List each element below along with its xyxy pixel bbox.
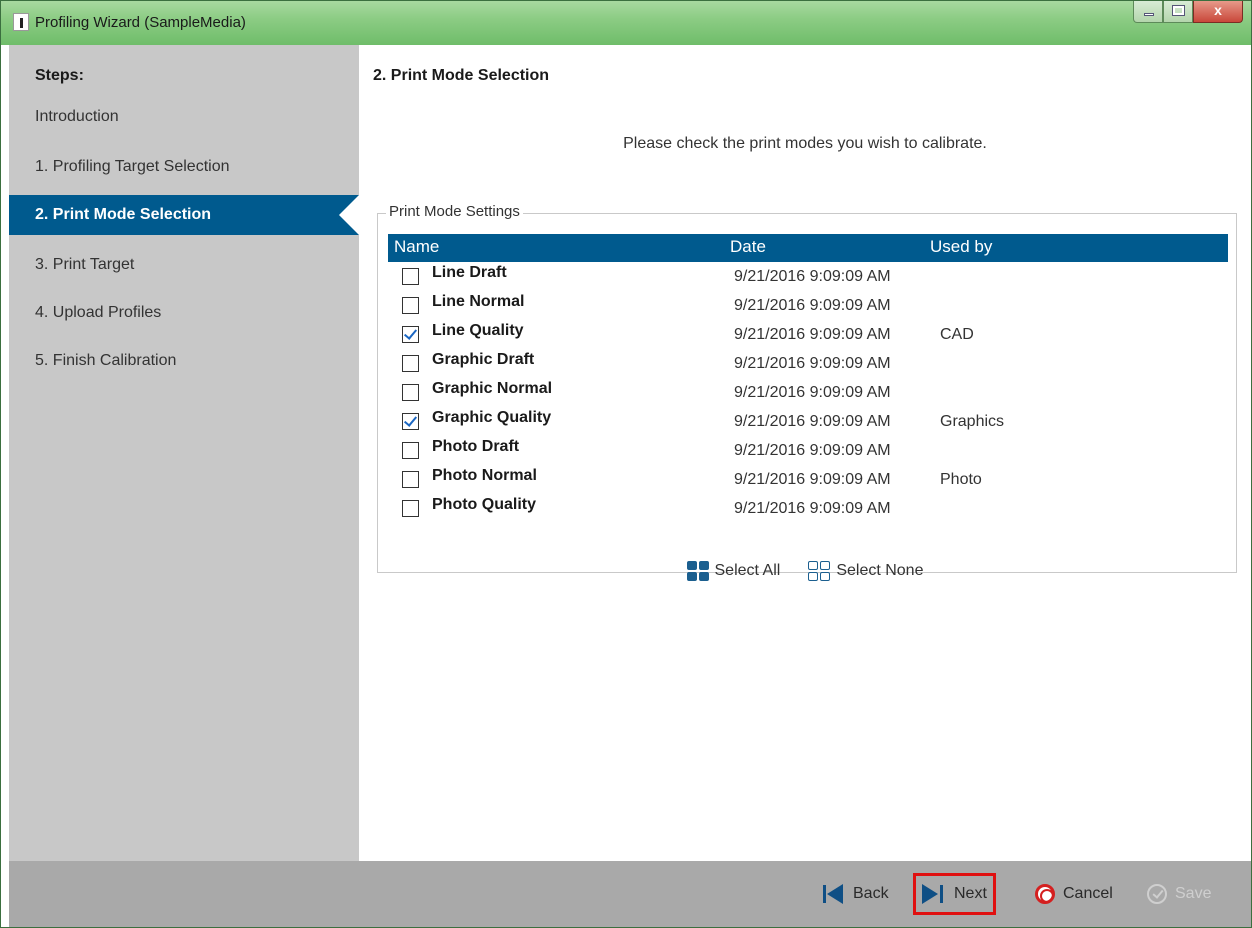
- select-all-button[interactable]: Select All: [686, 561, 781, 581]
- column-header-used-by[interactable]: Used by: [930, 237, 992, 257]
- next-button[interactable]: Next: [913, 873, 996, 915]
- print-mode-used-by: Graphics: [940, 413, 1005, 430]
- print-mode-name: Graphic Quality: [432, 409, 552, 426]
- cancel-button[interactable]: Cancel: [1029, 873, 1119, 915]
- select-none-label: Select None: [836, 562, 924, 579]
- print-mode-checkbox[interactable]: [402, 384, 419, 401]
- step-print-target[interactable]: 3. Print Target: [9, 245, 359, 285]
- print-mode-checkbox[interactable]: [402, 471, 419, 488]
- print-mode-date: 9/21/2016 9:09:09 AM: [734, 326, 891, 343]
- print-mode-date: 9/21/2016 9:09:09 AM: [734, 297, 891, 314]
- selection-actions: Select All Select None: [359, 561, 1251, 581]
- select-all-label: Select All: [714, 562, 781, 579]
- print-mode-row[interactable]: Photo Draft 9/21/2016 9:09:09 AM: [388, 436, 1228, 465]
- next-icon: [922, 884, 946, 904]
- print-mode-name: Photo Draft: [432, 438, 520, 455]
- print-mode-name: Line Normal: [432, 293, 525, 310]
- step-profiling-target-selection[interactable]: 1. Profiling Target Selection: [9, 147, 359, 187]
- profiling-wizard-window: Profiling Wizard (SampleMedia) x Steps: …: [0, 0, 1252, 928]
- app-icon: [13, 13, 29, 31]
- print-mode-row[interactable]: Graphic Normal 9/21/2016 9:09:09 AM: [388, 378, 1228, 407]
- step-print-mode-selection[interactable]: 2. Print Mode Selection: [9, 195, 359, 235]
- print-mode-list: Line Draft 9/21/2016 9:09:09 AM Line Norma…: [388, 262, 1228, 523]
- steps-sidebar: Steps: Introduction 1. Profiling Target …: [9, 45, 359, 861]
- maximize-button[interactable]: [1163, 1, 1193, 23]
- print-mode-name: Line Draft: [432, 264, 507, 281]
- select-none-icon: [808, 561, 831, 581]
- title-bar[interactable]: Profiling Wizard (SampleMedia) x: [1, 1, 1251, 45]
- grid-header: Name Date Used by: [388, 234, 1228, 262]
- cancel-label: Cancel: [1063, 885, 1113, 902]
- step-upload-profiles[interactable]: 4. Upload Profiles: [9, 293, 359, 333]
- maximize-icon: [1172, 5, 1185, 16]
- group-label: Print Mode Settings: [386, 203, 523, 220]
- print-mode-checkbox[interactable]: [402, 355, 419, 372]
- print-mode-name: Line Quality: [432, 322, 524, 339]
- print-mode-date: 9/21/2016 9:09:09 AM: [734, 442, 891, 459]
- print-mode-name: Graphic Normal: [432, 380, 553, 397]
- print-mode-row[interactable]: Line Quality 9/21/2016 9:09:09 AM CAD: [388, 320, 1228, 349]
- minimize-button[interactable]: [1133, 1, 1163, 23]
- save-icon: [1147, 884, 1167, 904]
- print-mode-name: Photo Quality: [432, 496, 536, 513]
- back-button[interactable]: Back: [817, 873, 895, 915]
- print-mode-checkbox[interactable]: [402, 297, 419, 314]
- close-button[interactable]: x: [1193, 1, 1243, 23]
- select-all-icon: [686, 561, 709, 581]
- print-mode-settings-group: Print Mode Settings Name Date Used by Li…: [377, 203, 1237, 573]
- column-header-name[interactable]: Name: [394, 237, 439, 257]
- save-label: Save: [1175, 885, 1212, 902]
- print-mode-date: 9/21/2016 9:09:09 AM: [734, 268, 891, 285]
- print-mode-date: 9/21/2016 9:09:09 AM: [734, 384, 891, 401]
- print-mode-date: 9/21/2016 9:09:09 AM: [734, 471, 891, 488]
- print-mode-checkbox[interactable]: [402, 500, 419, 517]
- step-finish-calibration[interactable]: 5. Finish Calibration: [9, 341, 359, 381]
- steps-header: Steps:: [35, 67, 84, 84]
- print-mode-checkbox[interactable]: [402, 326, 419, 343]
- print-mode-checkbox[interactable]: [402, 268, 419, 285]
- cancel-icon: [1035, 884, 1055, 904]
- select-none-button[interactable]: Select None: [808, 561, 923, 581]
- print-mode-row[interactable]: Line Normal 9/21/2016 9:09:09 AM: [388, 291, 1228, 320]
- print-mode-date: 9/21/2016 9:09:09 AM: [734, 413, 891, 430]
- print-mode-row[interactable]: Graphic Quality 9/21/2016 9:09:09 AM Graph…: [388, 407, 1228, 436]
- main-panel: 2. Print Mode Selection Please check the…: [359, 45, 1251, 861]
- instructions-text: Please check the print modes you wish to…: [623, 135, 987, 152]
- print-mode-row[interactable]: Graphic Draft 9/21/2016 9:09:09 AM: [388, 349, 1228, 378]
- print-mode-date: 9/21/2016 9:09:09 AM: [734, 500, 891, 517]
- print-mode-row[interactable]: Line Draft 9/21/2016 9:09:09 AM: [388, 262, 1228, 291]
- close-icon: x: [1214, 2, 1222, 18]
- column-header-date[interactable]: Date: [730, 237, 766, 257]
- print-mode-checkbox[interactable]: [402, 442, 419, 459]
- print-mode-row[interactable]: Photo Normal 9/21/2016 9:09:09 AM Photo: [388, 465, 1228, 494]
- print-mode-name: Graphic Draft: [432, 351, 535, 368]
- step-introduction[interactable]: Introduction: [9, 97, 359, 137]
- window-title: Profiling Wizard (SampleMedia): [35, 14, 246, 31]
- print-mode-date: 9/21/2016 9:09:09 AM: [734, 355, 891, 372]
- save-button[interactable]: Save: [1141, 873, 1217, 915]
- print-mode-name: Photo Normal: [432, 467, 537, 484]
- window-controls: x: [1133, 1, 1243, 23]
- page-title: 2. Print Mode Selection: [373, 67, 550, 84]
- back-icon: [823, 884, 845, 904]
- print-mode-row[interactable]: Photo Quality 9/21/2016 9:09:09 AM: [388, 494, 1228, 523]
- print-mode-used-by: Photo: [940, 471, 982, 488]
- wizard-footer: Back Next Cancel Save: [9, 861, 1251, 927]
- next-label: Next: [954, 885, 987, 902]
- print-mode-used-by: CAD: [940, 326, 974, 343]
- back-label: Back: [853, 885, 889, 902]
- minimize-icon: [1144, 13, 1154, 16]
- print-mode-checkbox[interactable]: [402, 413, 419, 430]
